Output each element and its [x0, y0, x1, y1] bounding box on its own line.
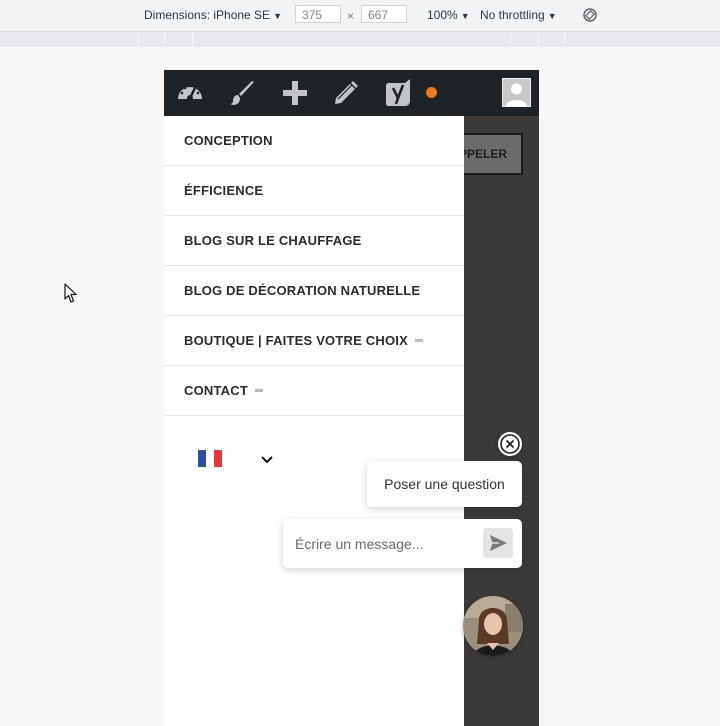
user-avatar[interactable]: [502, 78, 531, 107]
submenu-toggle-icon[interactable]: [414, 339, 423, 342]
user-icon: [506, 83, 527, 106]
chat-close-button[interactable]: [498, 432, 522, 456]
dimension-separator: ×: [347, 9, 355, 23]
zoom-label: 100%: [427, 8, 458, 22]
brush-icon[interactable]: [228, 79, 256, 107]
menu-item-conception[interactable]: CONCEPTION: [164, 116, 464, 166]
device-label: Dimensions: iPhone SE: [144, 8, 271, 22]
call-button[interactable]: PPELER: [455, 133, 523, 175]
caret-down-icon: ▼: [273, 11, 282, 21]
menu-item-label: BOUTIQUE | FAITES VOTRE CHOIX: [184, 333, 408, 348]
menu-item-blog-decoration[interactable]: BLOG DE DÉCORATION NATURELLE: [164, 266, 464, 316]
viewport-height-input[interactable]: 667: [361, 5, 407, 23]
close-icon: [500, 434, 520, 454]
chat-question-bubble[interactable]: Poser une question: [367, 461, 522, 507]
media-query-ruler: [0, 32, 720, 47]
menu-item-label: CONTACT: [184, 383, 248, 398]
devtools-toolbar: Dimensions: iPhone SE ▼ 375 × 667 100% ▼ N…: [0, 0, 720, 32]
viewport-width-input[interactable]: 375: [295, 5, 341, 23]
menu-item-boutique[interactable]: BOUTIQUE | FAITES VOTRE CHOIX: [164, 316, 464, 366]
chat-send-button[interactable]: [483, 528, 513, 558]
plus-icon[interactable]: [281, 79, 309, 107]
mobile-menu: CONCEPTION ÉFFICIENCE BLOG SUR LE CHAUFF…: [164, 116, 464, 726]
agent-photo: [463, 596, 523, 656]
chevron-down-icon[interactable]: [260, 454, 274, 466]
throttling-label: No throttling: [480, 8, 545, 22]
menu-item-label: CONCEPTION: [184, 133, 273, 148]
device-selector[interactable]: Dimensions: iPhone SE ▼: [144, 8, 282, 22]
submenu-toggle-icon[interactable]: [254, 389, 263, 392]
menu-item-contact[interactable]: CONTACT: [164, 366, 464, 416]
dashboard-icon[interactable]: [176, 79, 204, 107]
chat-message-input[interactable]: [293, 529, 477, 559]
menu-item-blog-chauffage[interactable]: BLOG SUR LE CHAUFFAGE: [164, 216, 464, 266]
yoast-icon[interactable]: [384, 79, 412, 107]
zoom-selector[interactable]: 100% ▼: [427, 8, 470, 22]
chat-input-container: [283, 519, 522, 568]
menu-item-label: BLOG DE DÉCORATION NATURELLE: [184, 283, 421, 298]
menu-item-label: ÉFFICIENCE: [184, 183, 264, 198]
throttling-selector[interactable]: No throttling ▼: [480, 8, 557, 22]
pencil-icon[interactable]: [332, 79, 360, 107]
caret-down-icon: ▼: [460, 11, 470, 21]
menu-item-label: BLOG SUR LE CHAUFFAGE: [184, 233, 362, 248]
notification-dot: [426, 87, 437, 98]
menu-item-efficience[interactable]: ÉFFICIENCE: [164, 166, 464, 216]
caret-down-icon: ▼: [547, 11, 557, 21]
mouse-cursor-icon: [64, 283, 77, 303]
rotate-icon[interactable]: [582, 7, 598, 23]
wp-admin-bar: [164, 70, 539, 116]
chat-agent-avatar[interactable]: [463, 596, 523, 656]
send-icon: [490, 535, 507, 551]
fr-flag-icon: [198, 450, 222, 467]
